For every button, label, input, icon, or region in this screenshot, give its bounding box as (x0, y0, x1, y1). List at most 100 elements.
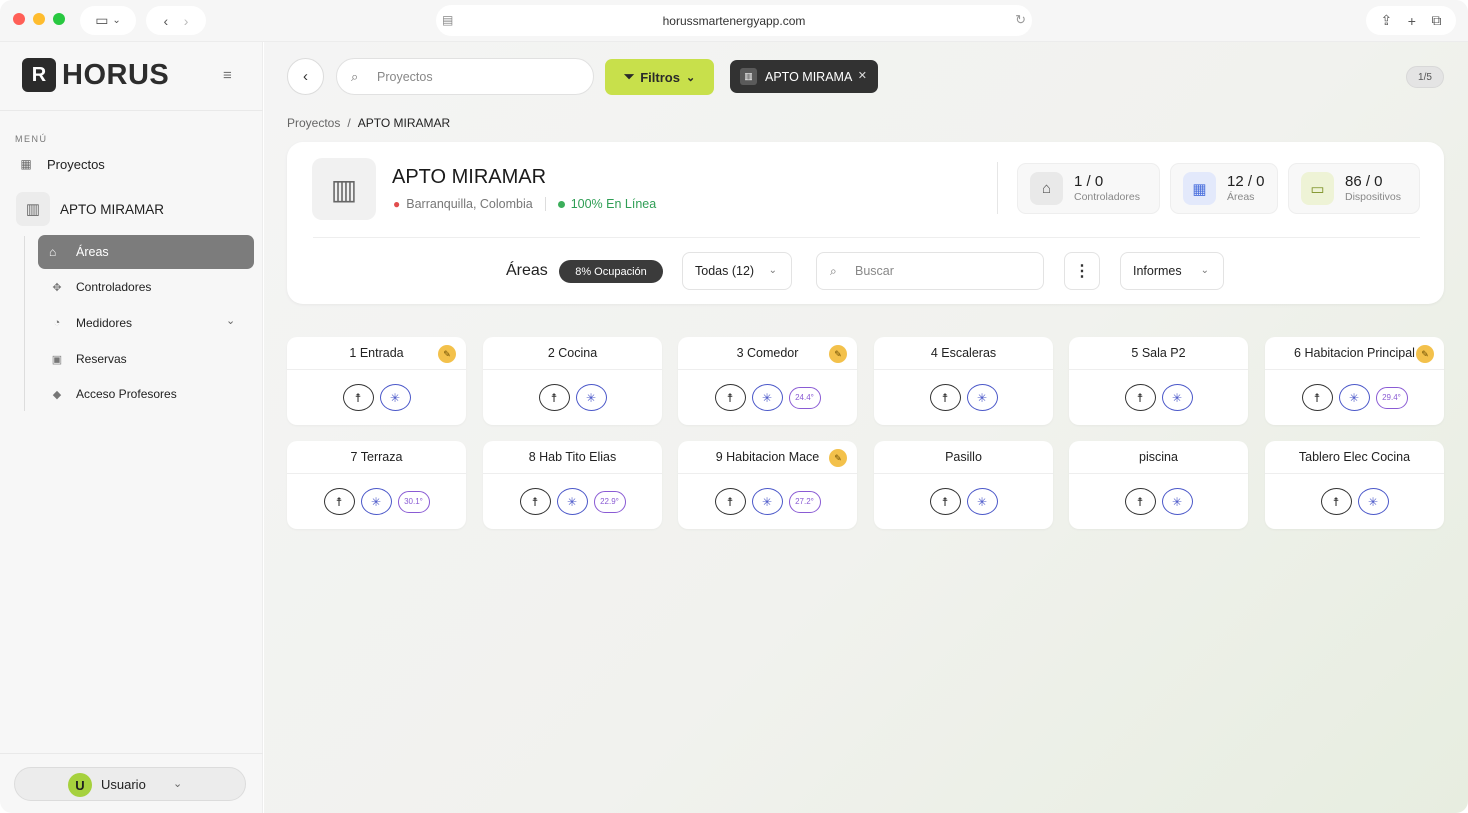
sidebar-toggle-button[interactable]: ▭ ⌄ (80, 6, 136, 35)
air-conditioning-icon[interactable]: ✳ (360, 488, 392, 515)
occupancy-person-icon[interactable]: ☨ (1320, 488, 1352, 515)
occupancy-person-icon[interactable]: ☨ (342, 384, 374, 411)
sidebar-item-reservas[interactable]: ▣ Reservas (49, 352, 127, 366)
area-card-header: Tablero Elec Cocina (1265, 441, 1444, 474)
forward-arrow-icon[interactable]: › (184, 13, 189, 29)
search-placeholder: Buscar (855, 264, 894, 278)
area-card[interactable]: 8 Hab Tito Elias ☨ ✳ 22.9° (483, 441, 662, 529)
breadcrumb-root[interactable]: Proyectos (287, 116, 340, 130)
sidebar-item-acceso-profesores[interactable]: ◆ Acceso Profesores (49, 387, 177, 401)
area-card-controls: ☨ ✳ (483, 370, 662, 425)
air-conditioning-icon[interactable]: ✳ (379, 384, 411, 411)
area-card[interactable]: 3 Comedor ✎ ☨ ✳ 24.4° (678, 337, 857, 425)
area-card[interactable]: 1 Entrada ✎ ☨ ✳ (287, 337, 466, 425)
air-conditioning-icon[interactable]: ✳ (751, 488, 783, 515)
sidebar-item-controladores[interactable]: ✥ Controladores (49, 280, 151, 294)
nav-proyectos[interactable]: ▦ Proyectos (18, 156, 104, 172)
air-conditioning-icon[interactable]: ✳ (556, 488, 588, 515)
tabs-overview-icon[interactable]: ⧉ (1432, 12, 1442, 29)
wrench-icon[interactable]: ✎ (829, 449, 847, 467)
filters-button[interactable]: ⏷ Filtros ⌄ (605, 59, 714, 95)
area-card[interactable]: 6 Habitacion Principal ✎ ☨ ✳ 29.4° (1265, 337, 1444, 425)
air-conditioning-icon[interactable]: ✳ (966, 488, 998, 515)
wrench-icon[interactable]: ✎ (438, 345, 456, 363)
sidebar-item-areas[interactable]: ⌂ Áreas (38, 235, 254, 269)
sidebar-item-label: Reservas (76, 352, 127, 366)
area-card-controls: ☨ ✳ (874, 370, 1053, 425)
area-card-controls: ☨ ✳ (1069, 370, 1248, 425)
occupancy-person-icon[interactable]: ☨ (714, 384, 746, 411)
search-icon: ⌕ (830, 264, 837, 278)
back-arrow-icon[interactable]: ‹ (164, 13, 169, 29)
address-bar[interactable]: ▤ horussmartenergyapp.com ↻ (436, 5, 1032, 36)
sidebar-item-label: Áreas (76, 245, 109, 259)
stat-controladores[interactable]: ⌂ 1 / 0 Controladores (1017, 163, 1160, 214)
wrench-icon[interactable]: ✎ (1416, 345, 1434, 363)
reports-dropdown[interactable]: Informes ⌄ (1120, 252, 1224, 290)
current-project[interactable]: ▥ APTO MIRAMAR (16, 192, 164, 226)
maximize-window-button[interactable] (53, 13, 65, 25)
area-card[interactable]: 5 Sala P2 ☨ ✳ (1069, 337, 1248, 425)
chevron-down-icon[interactable]: ⌄ (226, 314, 235, 327)
air-conditioning-icon[interactable]: ✳ (751, 384, 783, 411)
air-conditioning-icon[interactable]: ✳ (575, 384, 607, 411)
areas-filter-select[interactable]: Todas (12) ⌄ (682, 252, 792, 290)
reload-icon[interactable]: ↻ (1015, 12, 1026, 28)
occupancy-person-icon[interactable]: ☨ (929, 384, 961, 411)
area-card[interactable]: 2 Cocina ☨ ✳ (483, 337, 662, 425)
pager-badge[interactable]: 1/5 (1406, 66, 1444, 88)
page-settings-icon[interactable]: ▤ (442, 13, 453, 27)
occupancy-person-icon[interactable]: ☨ (519, 488, 551, 515)
occupancy-person-icon[interactable]: ☨ (714, 488, 746, 515)
occupancy-person-icon[interactable]: ☨ (1301, 384, 1333, 411)
menu-label: MENÚ (15, 134, 48, 144)
stat-dispositivos[interactable]: ▭ 86 / 0 Dispositivos (1288, 163, 1420, 214)
air-conditioning-icon[interactable]: ✳ (1161, 488, 1193, 515)
occupancy-person-icon[interactable]: ☨ (1124, 488, 1156, 515)
area-card[interactable]: 4 Escaleras ☨ ✳ (874, 337, 1053, 425)
location-text: Barranquilla, Colombia (406, 197, 533, 211)
temperature-badge: 22.9° (593, 490, 626, 513)
building-icon: ▥ (312, 158, 376, 220)
stat-areas[interactable]: ▦ 12 / 0 Áreas (1170, 163, 1278, 214)
user-menu-button[interactable]: U Usuario ⌄ (14, 767, 246, 801)
air-conditioning-icon[interactable]: ✳ (1357, 488, 1389, 515)
sidebar-item-medidores[interactable]: ◔ Medidores (49, 316, 132, 330)
logo[interactable]: R HORUS (22, 58, 169, 92)
area-card-header: 1 Entrada ✎ (287, 337, 466, 370)
divider (544, 197, 546, 211)
chevron-down-icon: ⌄ (112, 15, 121, 26)
area-card[interactable]: piscina ☨ ✳ (1069, 441, 1248, 529)
occupancy-person-icon[interactable]: ☨ (929, 488, 961, 515)
area-card[interactable]: Pasillo ☨ ✳ (874, 441, 1053, 529)
area-name: 1 Entrada (349, 346, 404, 360)
share-icon[interactable]: ⇪ (1380, 12, 1392, 29)
close-window-button[interactable] (13, 13, 25, 25)
air-conditioning-icon[interactable]: ✳ (1161, 384, 1193, 411)
close-icon[interactable]: ✕ (858, 69, 867, 82)
graduation-icon: ◆ (52, 388, 62, 401)
reports-label: Informes (1133, 264, 1182, 278)
minimize-window-button[interactable] (33, 13, 45, 25)
area-card[interactable]: 9 Habitacion Mace ✎ ☨ ✳ 27.2° (678, 441, 857, 529)
collapse-sidebar-icon[interactable]: ≡ (223, 67, 232, 84)
air-conditioning-icon[interactable]: ✳ (1338, 384, 1370, 411)
wrench-icon[interactable]: ✎ (829, 345, 847, 363)
new-tab-icon[interactable]: + (1408, 13, 1416, 29)
projects-search-input[interactable]: ⌕ Proyectos (336, 58, 594, 95)
area-card-header: 5 Sala P2 (1069, 337, 1248, 370)
router-icon: ⌂ (1030, 172, 1063, 205)
more-options-icon[interactable]: ⋮ (1064, 252, 1100, 290)
temperature-badge: 27.2° (788, 490, 821, 513)
back-button[interactable]: ‹ (287, 58, 324, 95)
areas-search-input[interactable]: ⌕ Buscar (816, 252, 1044, 290)
occupancy-person-icon[interactable]: ☨ (1124, 384, 1156, 411)
area-card[interactable]: 7 Terraza ☨ ✳ 30.1° (287, 441, 466, 529)
occupancy-person-icon[interactable]: ☨ (323, 488, 355, 515)
air-conditioning-icon[interactable]: ✳ (966, 384, 998, 411)
occupancy-person-icon[interactable]: ☨ (538, 384, 570, 411)
active-filter-chip[interactable]: ▥ APTO MIRAMA ✕ (730, 60, 878, 93)
area-card-controls: ☨ ✳ (1069, 474, 1248, 529)
area-card-header: 4 Escaleras (874, 337, 1053, 370)
area-card[interactable]: Tablero Elec Cocina ☨ ✳ (1265, 441, 1444, 529)
